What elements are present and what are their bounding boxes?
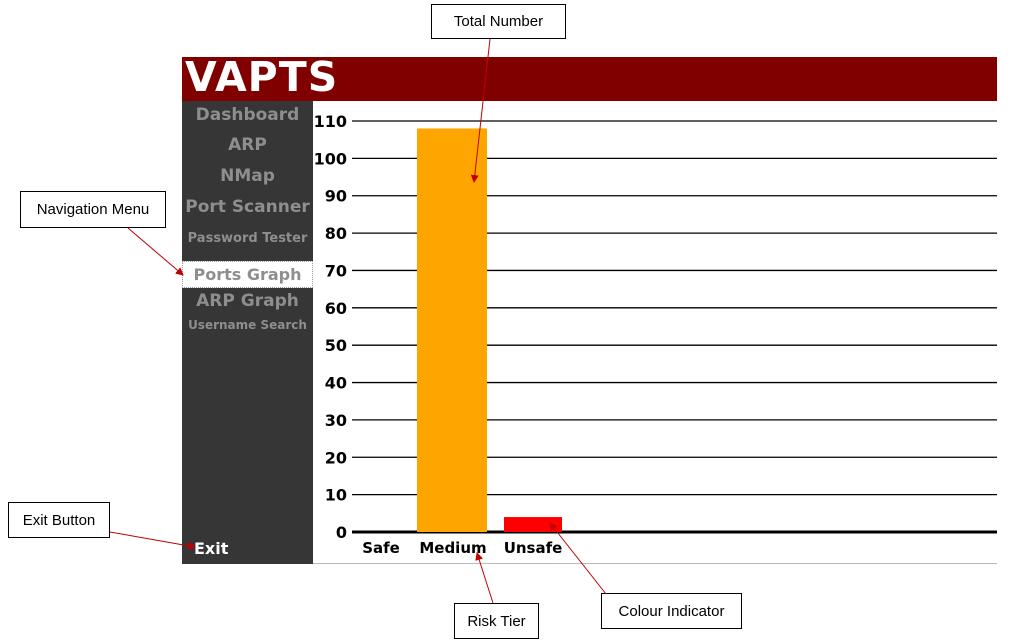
nav-item-ports-graph[interactable]: Ports Graph (182, 261, 313, 288)
nav-item-username-search[interactable]: Username Search (182, 318, 313, 332)
arrow-navigation-menu (127, 227, 184, 276)
callout-risk-tier: Risk Tier (454, 603, 539, 639)
app-header: VAPTS (182, 53, 997, 101)
y-tick-label: 90 (325, 187, 347, 206)
callout-total-number-text: Total Number (453, 13, 544, 30)
callout-navigation-menu-text: Navigation Menu (36, 201, 150, 218)
callout-navigation-menu: Navigation Menu (20, 191, 166, 228)
callout-exit-button-text: Exit Button (22, 511, 96, 529)
x-tick-label: Unsafe (504, 539, 563, 557)
nav-item-arp-graph[interactable]: ARP Graph (182, 291, 313, 311)
callout-colour-indicator: Colour Indicator (601, 593, 742, 629)
bar-unsafe (504, 517, 562, 532)
y-tick-label: 110 (314, 112, 347, 131)
y-tick-label: 40 (325, 374, 347, 393)
nav-item-password-tester[interactable]: Password Tester (182, 231, 313, 246)
exit-button[interactable]: Exit (194, 539, 228, 558)
ports-graph-chart: 0 10 20 30 40 50 60 70 80 90 100 110 Safe Medium Unsaf… (313, 101, 997, 564)
app-window: VAPTS Dashboard ARP NMap Port Scanner Pa… (182, 53, 997, 564)
nav-item-dashboard[interactable]: Dashboard (182, 105, 313, 125)
y-tick-label: 30 (325, 411, 347, 430)
bar-chart: 0 10 20 30 40 50 60 70 80 90 100 110 Safe Medium Unsaf… (314, 112, 997, 557)
y-tick-label: 0 (336, 523, 347, 542)
y-tick-label: 70 (325, 261, 347, 280)
nav-item-port-scanner[interactable]: Port Scanner (182, 197, 313, 217)
y-tick-label: 10 (325, 486, 347, 505)
app-logo: VAPTS (185, 53, 339, 101)
x-tick-label: Safe (362, 539, 400, 557)
y-tick-label: 60 (325, 299, 347, 318)
callout-total-number: Total Number (431, 4, 566, 39)
nav-item-arp[interactable]: ARP (182, 135, 313, 155)
callout-risk-tier-text: Risk Tier (467, 612, 526, 630)
navigation-menu: Dashboard ARP NMap Port Scanner Password… (182, 101, 313, 564)
y-tick-label: 80 (325, 224, 347, 243)
y-tick-label: 20 (325, 448, 347, 467)
footer-divider (313, 563, 997, 564)
callout-exit-button: Exit Button (8, 502, 110, 538)
nav-item-nmap[interactable]: NMap (182, 166, 313, 186)
callout-colour-indicator-text: Colour Indicator (618, 602, 725, 620)
y-tick-label: 100 (314, 149, 347, 168)
bar-medium (417, 128, 487, 533)
y-tick-label: 50 (325, 336, 347, 355)
x-tick-label: Medium (419, 539, 486, 557)
